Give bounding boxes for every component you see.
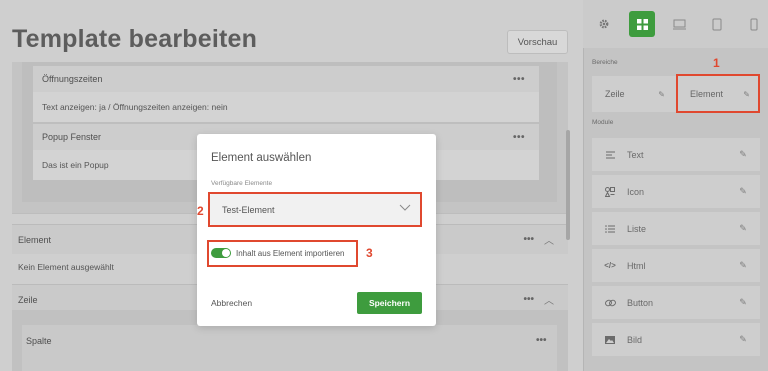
mobile-icon[interactable] <box>741 11 767 37</box>
bereich-zeile-label: Zeile <box>605 89 625 99</box>
chevron-up-icon[interactable]: ︿ <box>544 292 554 307</box>
gear-icon[interactable] <box>591 11 617 37</box>
annotation-box-3 <box>207 240 358 267</box>
module-html[interactable]: </> Html ✎ <box>592 249 760 282</box>
desktop-icon[interactable] <box>666 11 692 37</box>
image-icon <box>597 335 623 344</box>
scrollbar-thumb[interactable] <box>566 130 570 240</box>
pencil-icon[interactable]: ✎ <box>734 334 752 345</box>
module-label: Module <box>592 119 614 126</box>
spalte-label: Spalte <box>26 336 52 346</box>
bereiche-label: Bereiche <box>592 59 618 66</box>
element-empty-text: Kein Element ausgewählt <box>18 262 114 272</box>
zeile-menu-button[interactable]: ••• <box>523 294 534 305</box>
spalte-menu-button[interactable]: ••• <box>536 335 547 346</box>
element-bar-label: Element <box>18 234 52 245</box>
annotation-box-2 <box>208 192 422 227</box>
chevron-up-icon[interactable]: ︿ <box>544 232 554 247</box>
list-icon <box>597 224 623 233</box>
tablet-icon[interactable] <box>704 11 730 37</box>
grid-icon[interactable] <box>629 11 655 37</box>
link-icon <box>597 299 623 307</box>
pencil-icon[interactable]: ✎ <box>734 223 752 234</box>
element-menu-button[interactable]: ••• <box>523 234 534 245</box>
zeile-bar-label: Zeile <box>18 294 38 305</box>
page-title: Template bearbeiten <box>12 25 258 53</box>
module-icon[interactable]: Icon ✎ <box>592 175 760 208</box>
module-label: Icon <box>627 186 645 197</box>
spalte-card[interactable] <box>22 325 557 371</box>
module-text[interactable]: Text ✎ <box>592 138 760 171</box>
pencil-icon[interactable]: ✎ <box>734 149 752 160</box>
card-menu-button[interactable]: ••• <box>513 74 525 85</box>
available-elements-label: Verfügbare Elemente <box>211 180 273 187</box>
annotation-number-1: 1 <box>713 56 720 70</box>
annotation-number-3: 3 <box>366 246 373 260</box>
cancel-button[interactable]: Abbrechen <box>211 298 252 308</box>
annotation-number-2: 2 <box>197 204 204 218</box>
code-icon: </> <box>604 261 616 270</box>
shapes-icon <box>597 186 623 197</box>
module-label: Text <box>627 149 644 160</box>
pencil-icon[interactable]: ✎ <box>734 186 752 197</box>
card-title: Öffnungszeiten <box>42 74 103 84</box>
annotation-box-1 <box>676 74 760 113</box>
module-button[interactable]: Button ✎ <box>592 286 760 319</box>
bereich-zeile[interactable]: Zeile ✎ <box>605 76 665 112</box>
pencil-icon[interactable]: ✎ <box>734 297 752 308</box>
preview-button[interactable]: Vorschau <box>507 30 568 54</box>
module-label: Bild <box>627 334 643 345</box>
dialog-title: Element auswählen <box>211 152 312 164</box>
card-oeffnungszeiten[interactable]: Öffnungszeiten ••• Text anzeigen: ja / Ö… <box>33 66 539 122</box>
card-menu-button[interactable]: ••• <box>513 132 525 143</box>
select-element-dialog: Element auswählen Verfügbare Elemente Te… <box>197 134 436 326</box>
pencil-icon[interactable]: ✎ <box>734 260 752 271</box>
module-bild[interactable]: Bild ✎ <box>592 323 760 356</box>
card-body: Text anzeigen: ja / Öffnungszeiten anzei… <box>33 92 539 122</box>
save-button[interactable]: Speichern <box>357 292 422 314</box>
module-liste[interactable]: Liste ✎ <box>592 212 760 245</box>
module-label: Liste <box>627 223 647 234</box>
pencil-icon[interactable]: ✎ <box>658 90 665 99</box>
module-label: Html <box>627 260 646 271</box>
module-label: Button <box>627 297 654 308</box>
text-align-icon <box>597 151 623 159</box>
